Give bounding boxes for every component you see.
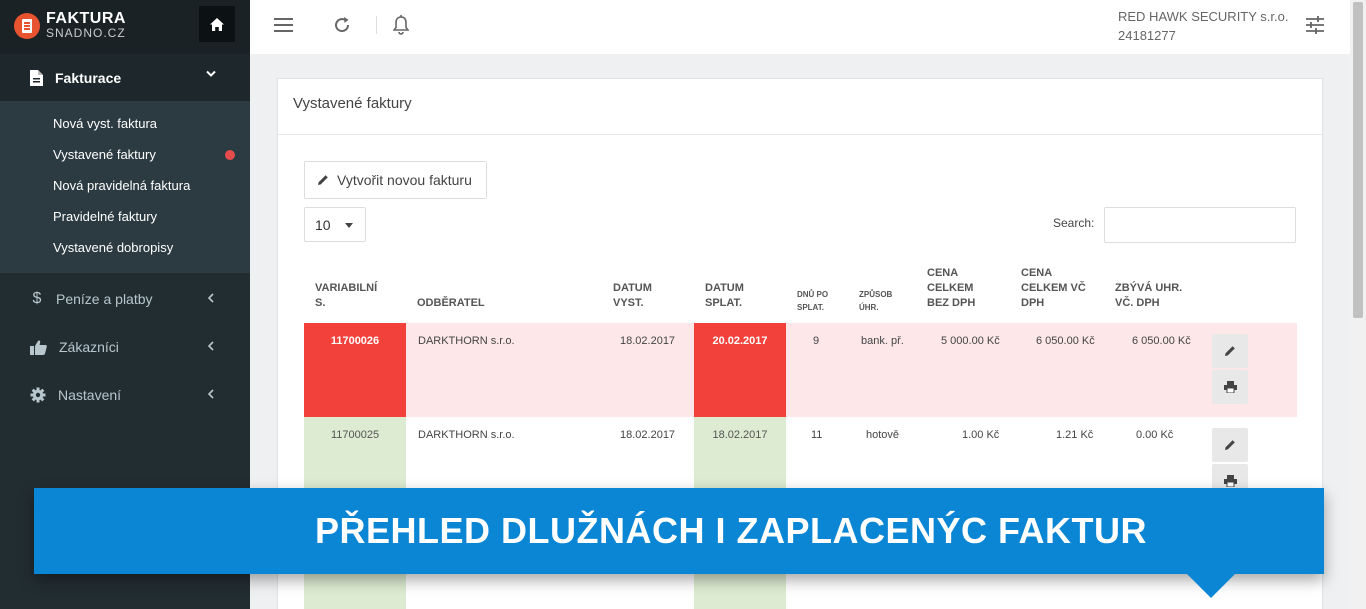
sidebar-subitem-label: Vystavené faktury — [53, 147, 156, 162]
issue-date-cell: 18.02.2017 — [620, 429, 676, 441]
banner-pointer — [1187, 574, 1235, 598]
col-header-price-net[interactable]: CENA CELKEM BEZ DPH — [927, 266, 975, 311]
sidebar-item-label: Fakturace — [55, 69, 122, 86]
chevron-left-icon — [208, 389, 214, 399]
search-input[interactable] — [1104, 207, 1296, 243]
create-invoice-button[interactable]: Vytvořit novou fakturu — [304, 161, 487, 199]
sidebar-subitem-label: Nová pravidelná faktura — [53, 178, 191, 193]
customer-cell: DARKTHORN s.r.o. — [418, 429, 515, 441]
payment-method-cell: bank. př. — [861, 335, 904, 347]
col-header-due-date[interactable]: DATUM SPLAT. — [705, 281, 744, 311]
col-header-payment-method[interactable]: ZPŮSOB ÚHR. — [859, 288, 892, 314]
logo-line-1: FAKTURA — [46, 10, 126, 27]
edit-invoice-button[interactable] — [1212, 428, 1248, 462]
sidebar-item-label: Peníze a platby — [56, 291, 153, 307]
top-bar: RED HAWK SECURITY s.r.o. 24181277 — [250, 0, 1350, 54]
print-invoice-button[interactable] — [1212, 370, 1248, 404]
days-overdue-cell: 9 — [813, 335, 820, 347]
sidebar-subitem-dobropisy[interactable]: Vystavené dobropisy — [0, 232, 250, 263]
refresh-icon[interactable] — [333, 16, 351, 34]
chevron-left-icon — [208, 293, 214, 303]
sidebar-subitem-label: Pravidelné faktury — [53, 209, 158, 224]
sidebar-item-penize[interactable]: $ Peníze a platby — [0, 275, 250, 323]
logo-icon — [14, 13, 40, 39]
sidebar-item-nastaveni[interactable]: Nastavení — [0, 371, 250, 419]
pencil-icon — [1225, 346, 1235, 356]
thumbs-up-icon — [30, 339, 47, 355]
table-row: 11700026 DARKTHORN s.r.o. 18.02.2017 20.… — [304, 323, 1297, 417]
hamburger-menu-icon[interactable] — [274, 18, 293, 32]
price-gross-cell: 1.21 Kč — [1056, 429, 1094, 441]
create-invoice-label: Vytvořit novou fakturu — [337, 172, 472, 188]
page-title: Vystavené faktury — [278, 79, 1322, 135]
col-header-customer[interactable]: ODBĚRATEL — [417, 296, 485, 311]
sidebar-subitem-nova-faktura[interactable]: Nová vyst. faktura — [0, 108, 250, 139]
col-header-issue-date[interactable]: DATUM VYST. — [613, 281, 652, 311]
notification-dot — [225, 150, 235, 160]
logo[interactable]: FAKTURA SNADNO.CZ — [14, 10, 126, 40]
search-label: Search: — [1053, 216, 1095, 230]
sidebar-item-zakaznici[interactable]: Zákazníci — [0, 323, 250, 371]
remaining-cell: 0.00 Kč — [1136, 429, 1174, 441]
sidebar-subitem-label: Nová vyst. faktura — [53, 116, 158, 131]
sidebar-subitem-label: Vystavené dobropisy — [53, 240, 174, 255]
document-icon — [30, 69, 43, 86]
sidebar-subitem-nova-pravidelna[interactable]: Nová pravidelná faktura — [0, 170, 250, 201]
settings-sliders-icon[interactable] — [1305, 15, 1325, 35]
col-header-price-gross[interactable]: CENA CELKEM VČ DPH — [1021, 266, 1086, 311]
pencil-icon — [1225, 440, 1235, 450]
gear-icon — [30, 387, 46, 403]
caret-down-icon — [345, 223, 353, 228]
topbar-separator — [376, 16, 377, 34]
issue-date-cell: 18.02.2017 — [620, 335, 676, 347]
sidebar-item-label: Nastavení — [58, 387, 122, 403]
company-info: RED HAWK SECURITY s.r.o. 24181277 — [1118, 7, 1288, 45]
scrollbar-thumb[interactable] — [1353, 2, 1363, 318]
promo-banner: PŘEHLED DLUŽNÁCH I ZAPLACENÝC FAKTUR — [34, 488, 1324, 598]
printer-icon — [1223, 475, 1237, 487]
printer-icon — [1223, 381, 1237, 393]
edit-invoice-button[interactable] — [1212, 334, 1248, 368]
logo-line-2: SNADNO.CZ — [46, 26, 126, 40]
company-id: 24181277 — [1118, 28, 1176, 43]
customer-cell: DARKTHORN s.r.o. — [418, 335, 515, 347]
sidebar-header: FAKTURA SNADNO.CZ — [0, 0, 250, 54]
pencil-icon — [318, 175, 328, 185]
sidebar-subitem-pravidelne-faktury[interactable]: Pravidelné faktury — [0, 201, 250, 232]
price-net-cell: 5 000.00 Kč — [941, 335, 1000, 347]
company-name: RED HAWK SECURITY s.r.o. — [1118, 9, 1289, 24]
sidebar-subitem-vystavene-faktury[interactable]: Vystavené faktury — [0, 139, 250, 170]
bell-icon[interactable] — [393, 15, 409, 35]
banner-text: PŘEHLED DLUŽNÁCH I ZAPLACENÝC FAKTUR — [315, 510, 1147, 551]
payment-method-cell: hotově — [866, 429, 900, 441]
chevron-left-icon — [208, 341, 214, 351]
dollar-icon: $ — [32, 290, 42, 307]
days-overdue-cell: 11 — [811, 429, 823, 441]
sidebar-item-fakturace[interactable]: Fakturace — [0, 54, 250, 101]
due-date-cell: 20.02.2017 — [694, 323, 786, 417]
price-net-cell: 1.00 Kč — [962, 429, 1000, 441]
col-header-remaining[interactable]: ZBÝVÁ UHR. VČ. DPH — [1115, 281, 1182, 311]
home-icon — [210, 17, 224, 31]
page-length-value: 10 — [315, 216, 331, 233]
col-header-days-overdue[interactable]: DNŮ PO SPLAT. — [797, 288, 828, 314]
sidebar-submenu: Nová vyst. faktura Vystavené faktury Nov… — [0, 101, 250, 273]
sidebar-item-label: Zákazníci — [59, 339, 119, 355]
price-gross-cell: 6 050.00 Kč — [1036, 335, 1095, 347]
home-button[interactable] — [199, 6, 235, 42]
remaining-cell: 6 050.00 Kč — [1132, 335, 1191, 347]
variable-symbol-cell: 11700026 — [304, 323, 406, 417]
col-header-variable[interactable]: VARIABILNÍ S. — [315, 281, 377, 311]
page-length-select[interactable]: 10 — [304, 207, 366, 242]
page-scrollbar[interactable] — [1350, 0, 1366, 609]
chevron-down-icon — [206, 70, 216, 77]
